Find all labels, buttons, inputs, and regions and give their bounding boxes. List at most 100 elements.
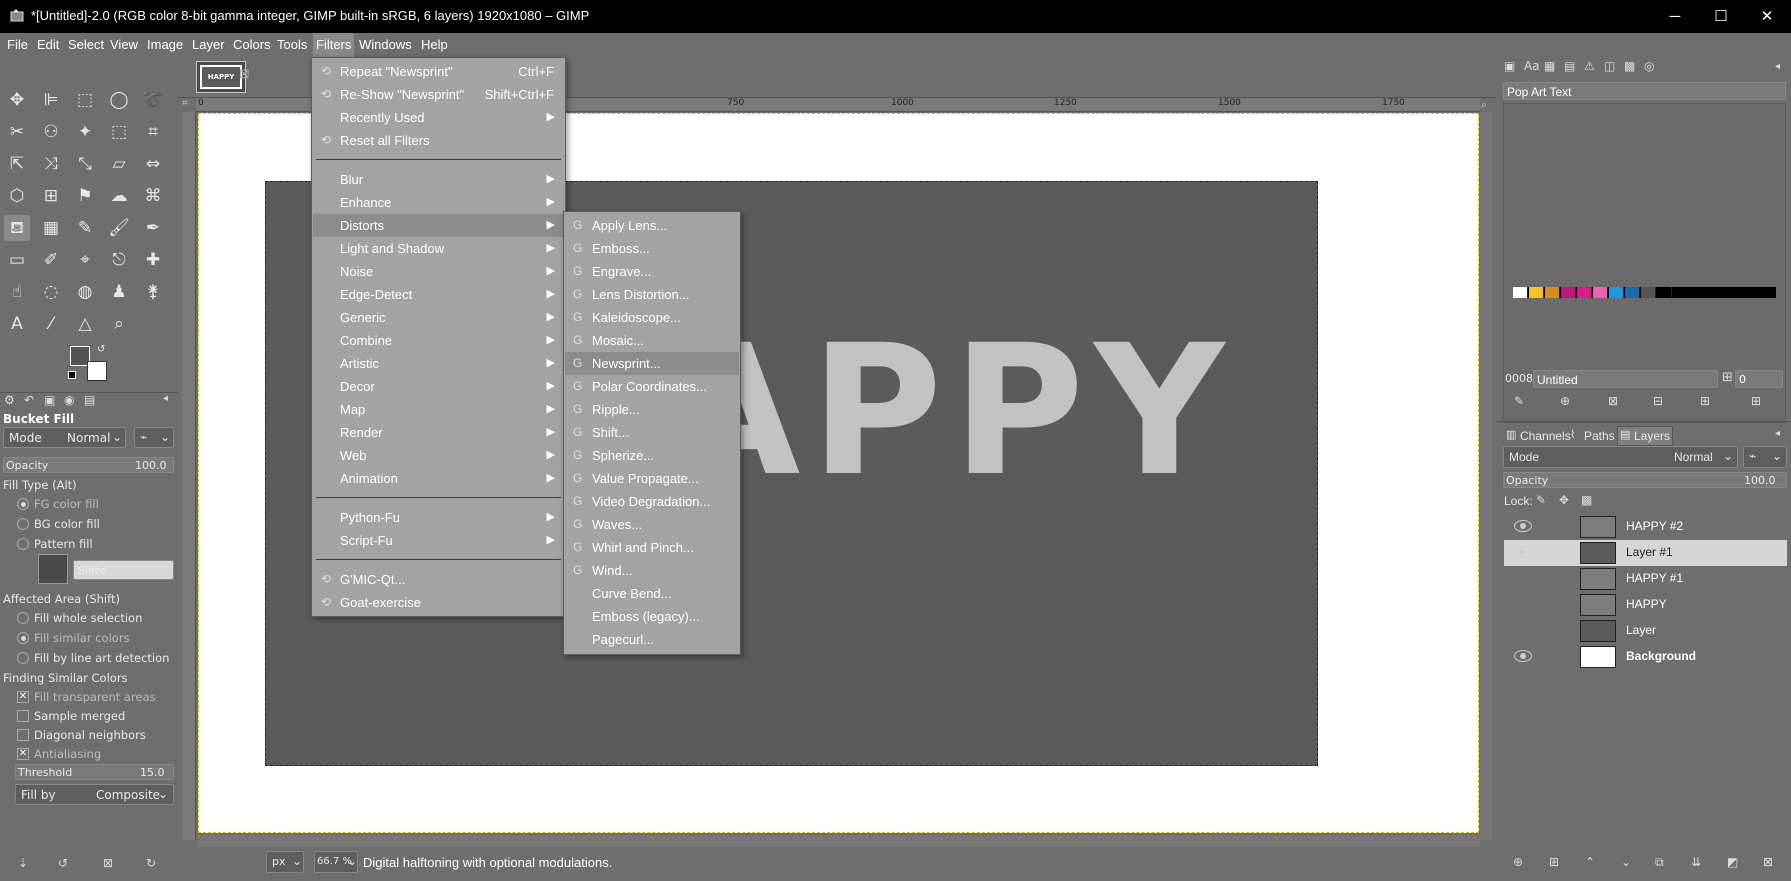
ink-icon[interactable]: ✐: [38, 247, 64, 273]
pencil-icon[interactable]: ✎: [72, 215, 98, 241]
pattern-name-field[interactable]: Slate: [73, 560, 174, 580]
palette-strip[interactable]: [1513, 287, 1776, 298]
palette-name-field[interactable]: Untitled: [1533, 370, 1718, 388]
menu-layer[interactable]: Layer: [192, 37, 225, 52]
zoom-icon[interactable]: ⌕: [106, 311, 132, 337]
undo-history-icon[interactable]: ↶: [24, 393, 34, 407]
menu-item-kaleidoscope[interactable]: G Kaleidoscope...: [565, 306, 739, 329]
horizontal-scrollbar[interactable]: [198, 835, 1480, 847]
menu-image[interactable]: Image: [147, 37, 183, 52]
menu-item-combine[interactable]: Combine ▶: [313, 329, 564, 352]
menu-file[interactable]: File: [7, 37, 28, 52]
menu-item-enhance[interactable]: Enhance ▶: [313, 191, 564, 214]
eraser-icon[interactable]: ▭: [4, 247, 30, 273]
sample-merged-checkbox[interactable]: [17, 710, 29, 722]
warp-icon[interactable]: ⤨: [38, 151, 64, 177]
mypaint-icon[interactable]: ⌖: [72, 247, 98, 273]
dock-menu-icon[interactable]: ◂: [163, 393, 168, 404]
menu-item-script-fu[interactable]: Script-Fu ▶: [313, 529, 564, 552]
lower-layer-icon[interactable]: ⌄: [1621, 855, 1631, 869]
quickmask-icon[interactable]: ⌗: [182, 98, 196, 112]
image-tab-close-icon[interactable]: ⊠: [239, 67, 250, 82]
menu-filters[interactable]: Filters: [313, 33, 355, 57]
align-tool-icon[interactable]: ⊫: [38, 87, 64, 113]
fonts-tab-icon[interactable]: Aa: [1524, 59, 1540, 73]
delete-layer-icon[interactable]: ⊠: [1763, 855, 1773, 869]
move-tool-icon[interactable]: ✥: [4, 87, 30, 113]
reset-colors-icon[interactable]: [68, 371, 76, 379]
menu-item-gmic[interactable]: ⟲ G'MIC-Qt...: [313, 568, 564, 591]
menu-item-newsprint[interactable]: G Newsprint...: [565, 352, 739, 375]
tab-layers[interactable]: ▤ Layers: [1617, 426, 1673, 446]
presets-tab-icon[interactable]: ◫: [1604, 59, 1615, 73]
menu-item-web[interactable]: Web ▶: [313, 444, 564, 467]
fill-by-dropdown[interactable]: Fill by Composite ⌄: [15, 784, 174, 805]
menu-item-reset-filters[interactable]: ⟲ Reset all Filters: [313, 129, 564, 152]
layer-row[interactable]: Background: [1504, 644, 1787, 670]
lasso-icon[interactable]: ➰: [140, 87, 166, 113]
affected-lineart-radio[interactable]: [17, 652, 29, 664]
pattern-swatch[interactable]: [38, 554, 68, 584]
menu-item-video-degradation[interactable]: G Video Degradation...: [565, 490, 739, 513]
menu-item-goat-exercise[interactable]: ⟲ Goat-exercise: [313, 591, 564, 614]
menu-item-light-shadow[interactable]: Light and Shadow ▶: [313, 237, 564, 260]
menu-item-map[interactable]: Map ▶: [313, 398, 564, 421]
menu-item-waves[interactable]: G Waves...: [565, 513, 739, 536]
menu-item-python-fu[interactable]: Python-Fu ▶: [313, 506, 564, 529]
menu-item-reshow-newsprint[interactable]: ⟲ Re-Show "Newsprint" Shift+Ctrl+F: [313, 83, 564, 106]
text-tool-icon[interactable]: A: [4, 311, 30, 337]
zoom-in-icon[interactable]: ⊞: [1700, 394, 1710, 408]
menu-item-apply-lens[interactable]: G Apply Lens...: [565, 214, 739, 237]
layer-opacity-slider[interactable]: Opacity 100.0: [1503, 472, 1787, 488]
menu-tools[interactable]: Tools: [277, 37, 307, 52]
menu-edit[interactable]: Edit: [37, 37, 59, 52]
duplicate-layer-icon[interactable]: ⧉: [1655, 855, 1664, 870]
delete-options-icon[interactable]: ⊠: [103, 856, 113, 870]
menu-item-mosaic[interactable]: G Mosaic...: [565, 329, 739, 352]
swap-colors-icon[interactable]: ↺: [97, 344, 105, 355]
brushes-icon[interactable]: ▤: [84, 393, 95, 407]
menu-item-emboss-legacy[interactable]: Emboss (legacy)...: [565, 605, 739, 628]
palette-swatch[interactable]: [1513, 287, 1528, 298]
images-icon[interactable]: ▣: [44, 393, 55, 407]
mask-layer-icon[interactable]: ◩: [1727, 855, 1738, 869]
maximize-button[interactable]: ☐: [1698, 0, 1744, 33]
layer-row[interactable]: HAPPY #2: [1504, 514, 1787, 540]
reset-options-icon[interactable]: ↻: [146, 856, 156, 870]
affected-whole-radio[interactable]: [17, 612, 29, 624]
tab-paths[interactable]: ⌇ Paths: [1568, 426, 1615, 446]
minimize-button[interactable]: ─: [1652, 0, 1698, 33]
palette-swatch[interactable]: [1609, 287, 1624, 298]
layer-row[interactable]: HAPPY #1: [1504, 566, 1787, 592]
menu-item-distorts[interactable]: Distorts ▶: [313, 214, 564, 237]
save-options-icon[interactable]: ⇣: [18, 856, 28, 870]
palette-columns-field[interactable]: 0: [1735, 370, 1783, 388]
menu-select[interactable]: Select: [68, 37, 104, 52]
menu-colors[interactable]: Colors: [233, 37, 271, 52]
palette-swatch[interactable]: [1657, 287, 1672, 298]
palette-swatch[interactable]: [1577, 287, 1592, 298]
zoom-out-icon[interactable]: ⊟: [1653, 394, 1663, 408]
palette-swatch[interactable]: [1593, 287, 1608, 298]
unit-dropdown[interactable]: px ⌄: [266, 851, 304, 873]
smudge-shape-icon[interactable]: ☁: [106, 183, 132, 209]
ellipse-select-icon[interactable]: ◯: [106, 87, 132, 113]
new-layer-icon[interactable]: ⊕: [1513, 855, 1523, 869]
fill-type-pattern-radio[interactable]: [17, 538, 29, 550]
menu-view[interactable]: View: [110, 37, 138, 52]
bg-color-swatch[interactable]: [87, 361, 107, 381]
menu-item-pagecurl[interactable]: Pagecurl...: [565, 628, 739, 651]
heal-icon[interactable]: ✚: [140, 247, 166, 273]
crop-icon[interactable]: ⌗: [140, 119, 166, 145]
brushes-tab-icon[interactable]: ▣: [1504, 59, 1515, 73]
color-select-icon[interactable]: ⬚: [106, 119, 132, 145]
lock-position-icon[interactable]: ✥: [1559, 493, 1569, 507]
mode-reset-button[interactable]: ⌁ ⌄: [134, 427, 174, 448]
opacity-slider[interactable]: Opacity 100.0: [3, 457, 174, 473]
tool-options-icon[interactable]: ◉: [64, 393, 74, 407]
lock-pixels-icon[interactable]: ✎: [1536, 493, 1546, 507]
layer-row[interactable]: Layer: [1504, 618, 1787, 644]
new-color-icon[interactable]: ⊕: [1560, 394, 1570, 408]
path-icon[interactable]: ⌘: [140, 183, 166, 209]
zoom-fit-icon[interactable]: ⌕: [1481, 98, 1487, 112]
